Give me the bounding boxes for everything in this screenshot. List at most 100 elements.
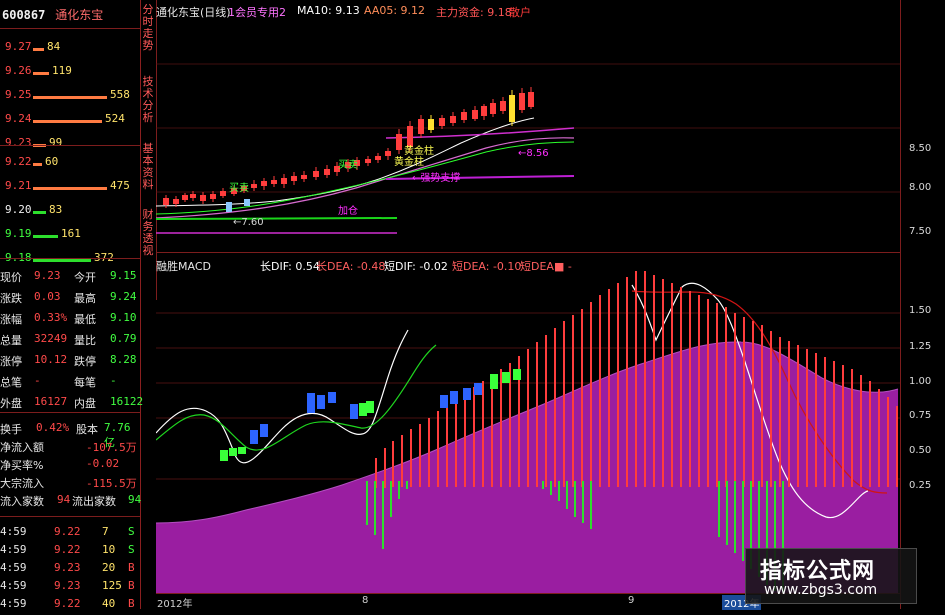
stat-value: 32249 (34, 332, 68, 345)
book-volume: 161 (61, 227, 81, 240)
price-candle (461, 112, 467, 120)
side-tab-strip: 分时走势 技术分析 基本资料 财务透视 (140, 0, 157, 300)
fund-flow-value: 94 (57, 493, 71, 506)
book-volume: 558 (110, 88, 130, 101)
macd-candle (229, 448, 237, 456)
macd-bar (545, 335, 547, 487)
price-candle (261, 181, 267, 186)
price-candle (418, 119, 424, 134)
macd-bar (527, 349, 529, 487)
price-candle (407, 126, 413, 147)
macd-bar-green (398, 481, 400, 499)
stat-label-2: 跌停 (74, 355, 96, 368)
stat-value: 9.23 (34, 269, 61, 282)
macd-candle (350, 404, 358, 419)
macd-candle (502, 372, 510, 383)
trade-price: 9.23 (54, 579, 81, 592)
book-volume-bar (33, 120, 102, 123)
macd-bar (734, 313, 736, 487)
stat-label-2: 量比 (74, 334, 96, 347)
fund-flow-value-2: 94 (128, 493, 142, 506)
fund-flow-row: 净流入额 -107.5万 (0, 439, 140, 457)
trade-volume: 7 (102, 525, 109, 538)
price-candle (528, 92, 534, 107)
annotation-gold-2: 黄金柱 (404, 144, 434, 157)
tab-intraday[interactable]: 分时走势 (141, 4, 155, 52)
tab-finance[interactable]: 财务透视 (141, 209, 155, 257)
price-candle (251, 184, 257, 188)
price-candle (291, 176, 297, 181)
tick-top-3: 7.50 (909, 226, 932, 237)
fund-flow-label: 净流入额 (0, 441, 44, 454)
macd-bar (662, 279, 664, 487)
annotation-buy-small-2: 买卖 (338, 159, 358, 171)
macd-bar (815, 353, 817, 487)
tab-technical[interactable]: 技术分析 (141, 76, 155, 124)
macd-bar-green (390, 481, 392, 517)
macd-bar (752, 321, 754, 487)
macd-bar (698, 295, 700, 487)
macd-bar (851, 369, 853, 487)
stat-label: 涨跌 (0, 292, 22, 305)
stat-label: 现价 (0, 271, 22, 284)
macd-bar (896, 406, 898, 487)
macd-bar (590, 302, 592, 487)
price-candle (472, 110, 478, 119)
stat-label: 总量 (0, 334, 22, 347)
macd-bar (464, 393, 466, 487)
stat-label-2: 最高 (74, 292, 96, 305)
stock-title: 600867 通化东宝 (2, 6, 103, 23)
fund-flow-value: 0.42% (36, 421, 70, 434)
macd-candle (260, 424, 268, 437)
macd-chart: 融胜MACD 长DIF: 0.54 长DEA: -0.48 短DIF: -0.0… (156, 253, 900, 593)
macd-candle (359, 403, 367, 416)
tick-macd-3: 1.00 (909, 376, 932, 387)
macd-bar (563, 321, 565, 487)
fund-flow-label: 换手 (0, 423, 22, 436)
trade-time: 4:59 (0, 525, 27, 538)
macd-bar (824, 357, 826, 487)
fund-flow-row: 净买率% -0.02 (0, 457, 140, 475)
price-candle (439, 118, 445, 126)
macd-candle (490, 374, 498, 389)
macd-bar (599, 295, 601, 487)
fund-flow-row: 换手 0.42% 股本 7.76亿 (0, 421, 140, 449)
price-candle (481, 106, 487, 116)
book-volume-bar (33, 211, 46, 214)
book-price: 9.24 (5, 112, 32, 125)
stat-label-2: 最低 (74, 313, 96, 326)
stat-value: 16127 (34, 395, 68, 408)
macd-candle (366, 401, 374, 413)
watermark-url: www.zbgs3.com (764, 582, 878, 598)
macd-bar (437, 411, 439, 487)
macd-bar (725, 307, 727, 487)
macd-bar-green (550, 481, 552, 495)
divider (0, 258, 140, 259)
stat-value-2: - (110, 374, 117, 387)
trade-price: 9.23 (54, 561, 81, 574)
macd-bar-green (742, 481, 744, 561)
date-label-3: 9 (628, 595, 635, 606)
left-quote-panel: 600867 通化东宝 9.27 84 9.26 119 9.25 558 9.24 524 9… (0, 0, 144, 610)
tab-fundamentals[interactable]: 基本资料 (141, 143, 155, 191)
stat-value-2: 16122 (110, 395, 144, 408)
tick-macd-6: 0.25 (909, 480, 932, 491)
fund-flow-label: 流入家数 (0, 495, 44, 508)
book-price: 9.20 (5, 203, 32, 216)
stat-label: 总笔 (0, 376, 22, 389)
price-candle (428, 119, 434, 130)
macd-bar (635, 271, 637, 487)
macd-bar (878, 389, 880, 487)
stat-row: 涨停 10.12 跌停 8.28 (0, 353, 140, 371)
macd-bar (491, 375, 493, 487)
macd-bar-green (406, 481, 408, 489)
stat-label-2: 每笔 (74, 376, 96, 389)
book-volume-bar (33, 163, 42, 166)
macd-candle (450, 391, 458, 404)
macd-bar (671, 283, 673, 487)
macd-bar (842, 365, 844, 487)
macd-candle (513, 369, 521, 380)
fund-flow-label-2: 流出家数 (72, 495, 116, 508)
macd-bar (644, 271, 646, 487)
book-price: 9.25 (5, 88, 32, 101)
